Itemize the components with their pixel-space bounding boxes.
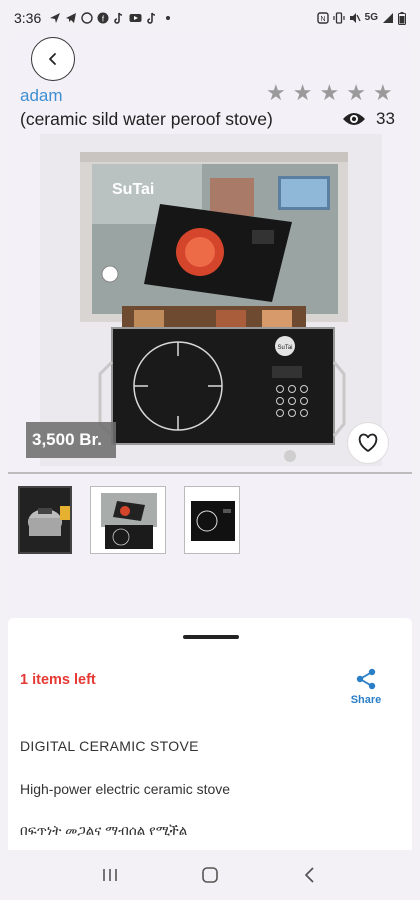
network-type: 5G bbox=[364, 12, 378, 23]
star-icon[interactable]: ★ bbox=[346, 82, 366, 104]
favorite-button[interactable] bbox=[347, 422, 389, 464]
navigation-icon bbox=[50, 13, 61, 23]
view-count: 33 bbox=[342, 109, 395, 129]
thumb-stove-top[interactable] bbox=[184, 486, 240, 554]
home-button[interactable] bbox=[190, 855, 230, 895]
system-nav-bar bbox=[0, 850, 420, 900]
share-label: Share bbox=[350, 694, 382, 706]
chevron-left-icon bbox=[49, 53, 56, 65]
views-count: 33 bbox=[376, 109, 395, 128]
thumbnail-image bbox=[20, 488, 70, 552]
sheet-drag-handle[interactable] bbox=[183, 635, 239, 639]
svg-text:SuTai: SuTai bbox=[277, 345, 292, 351]
stock-status: 1 items left bbox=[20, 672, 96, 688]
rating-stars[interactable]: ★ ★ ★ ★ ★ bbox=[266, 82, 393, 104]
svg-text:SuTai: SuTai bbox=[112, 181, 154, 198]
product-title: (ceramic sild water peroof stove) bbox=[20, 109, 273, 129]
telegram-icon bbox=[66, 13, 77, 23]
tiktok-icon bbox=[114, 12, 123, 24]
details-sheet[interactable]: 1 items left Share DIGITAL CERAMIC STOVE… bbox=[8, 618, 412, 850]
vibrate-icon bbox=[333, 12, 345, 24]
share-button[interactable]: Share bbox=[341, 668, 391, 714]
back-icon bbox=[305, 867, 314, 883]
back-button[interactable] bbox=[31, 37, 75, 81]
seller-link[interactable]: adam bbox=[20, 86, 63, 106]
nfc-icon: N bbox=[316, 12, 329, 24]
back-nav-button[interactable] bbox=[290, 855, 330, 895]
whatsapp-icon bbox=[81, 12, 93, 24]
facebook-icon: f bbox=[97, 12, 109, 24]
thumbnail-image bbox=[185, 487, 239, 553]
eye-icon bbox=[343, 113, 365, 125]
star-icon[interactable]: ★ bbox=[373, 82, 393, 104]
product-description-amharic: በፍጥነት መጋልና ማብሰል የሚችል bbox=[20, 823, 188, 838]
divider bbox=[8, 472, 412, 474]
recent-apps-icon bbox=[103, 869, 117, 881]
heart-icon bbox=[358, 433, 378, 452]
status-right: N 5G bbox=[316, 11, 406, 25]
product-name: DIGITAL CERAMIC STOVE bbox=[20, 738, 199, 754]
signal-icon bbox=[383, 13, 393, 23]
share-icon bbox=[356, 668, 376, 690]
product-image[interactable]: SuTai SuTai bbox=[40, 134, 382, 466]
thumb-pressure-cooker[interactable] bbox=[18, 486, 72, 554]
status-time: 3:36 bbox=[14, 10, 42, 26]
more-notifications-dot bbox=[166, 16, 171, 20]
thumb-stove-box[interactable] bbox=[90, 486, 166, 554]
mute-icon bbox=[349, 13, 361, 23]
youtube-icon bbox=[129, 14, 142, 22]
home-icon bbox=[202, 867, 218, 883]
product-description: High-power electric ceramic stove bbox=[20, 781, 231, 797]
tiktok-icon bbox=[147, 12, 156, 24]
status-left: 3:36 f bbox=[14, 10, 171, 26]
status-bar: 3:36 f N 5G bbox=[0, 0, 420, 36]
star-icon[interactable]: ★ bbox=[266, 82, 286, 104]
stove-photo: SuTai SuTai bbox=[40, 134, 382, 466]
star-icon[interactable]: ★ bbox=[293, 82, 313, 104]
battery-icon bbox=[398, 11, 406, 25]
recent-apps-button[interactable] bbox=[90, 855, 130, 895]
svg-text:N: N bbox=[320, 16, 325, 23]
star-icon[interactable]: ★ bbox=[319, 82, 339, 104]
thumbnail-image bbox=[91, 487, 165, 553]
price-tag: 3,500 Br. bbox=[26, 422, 116, 458]
